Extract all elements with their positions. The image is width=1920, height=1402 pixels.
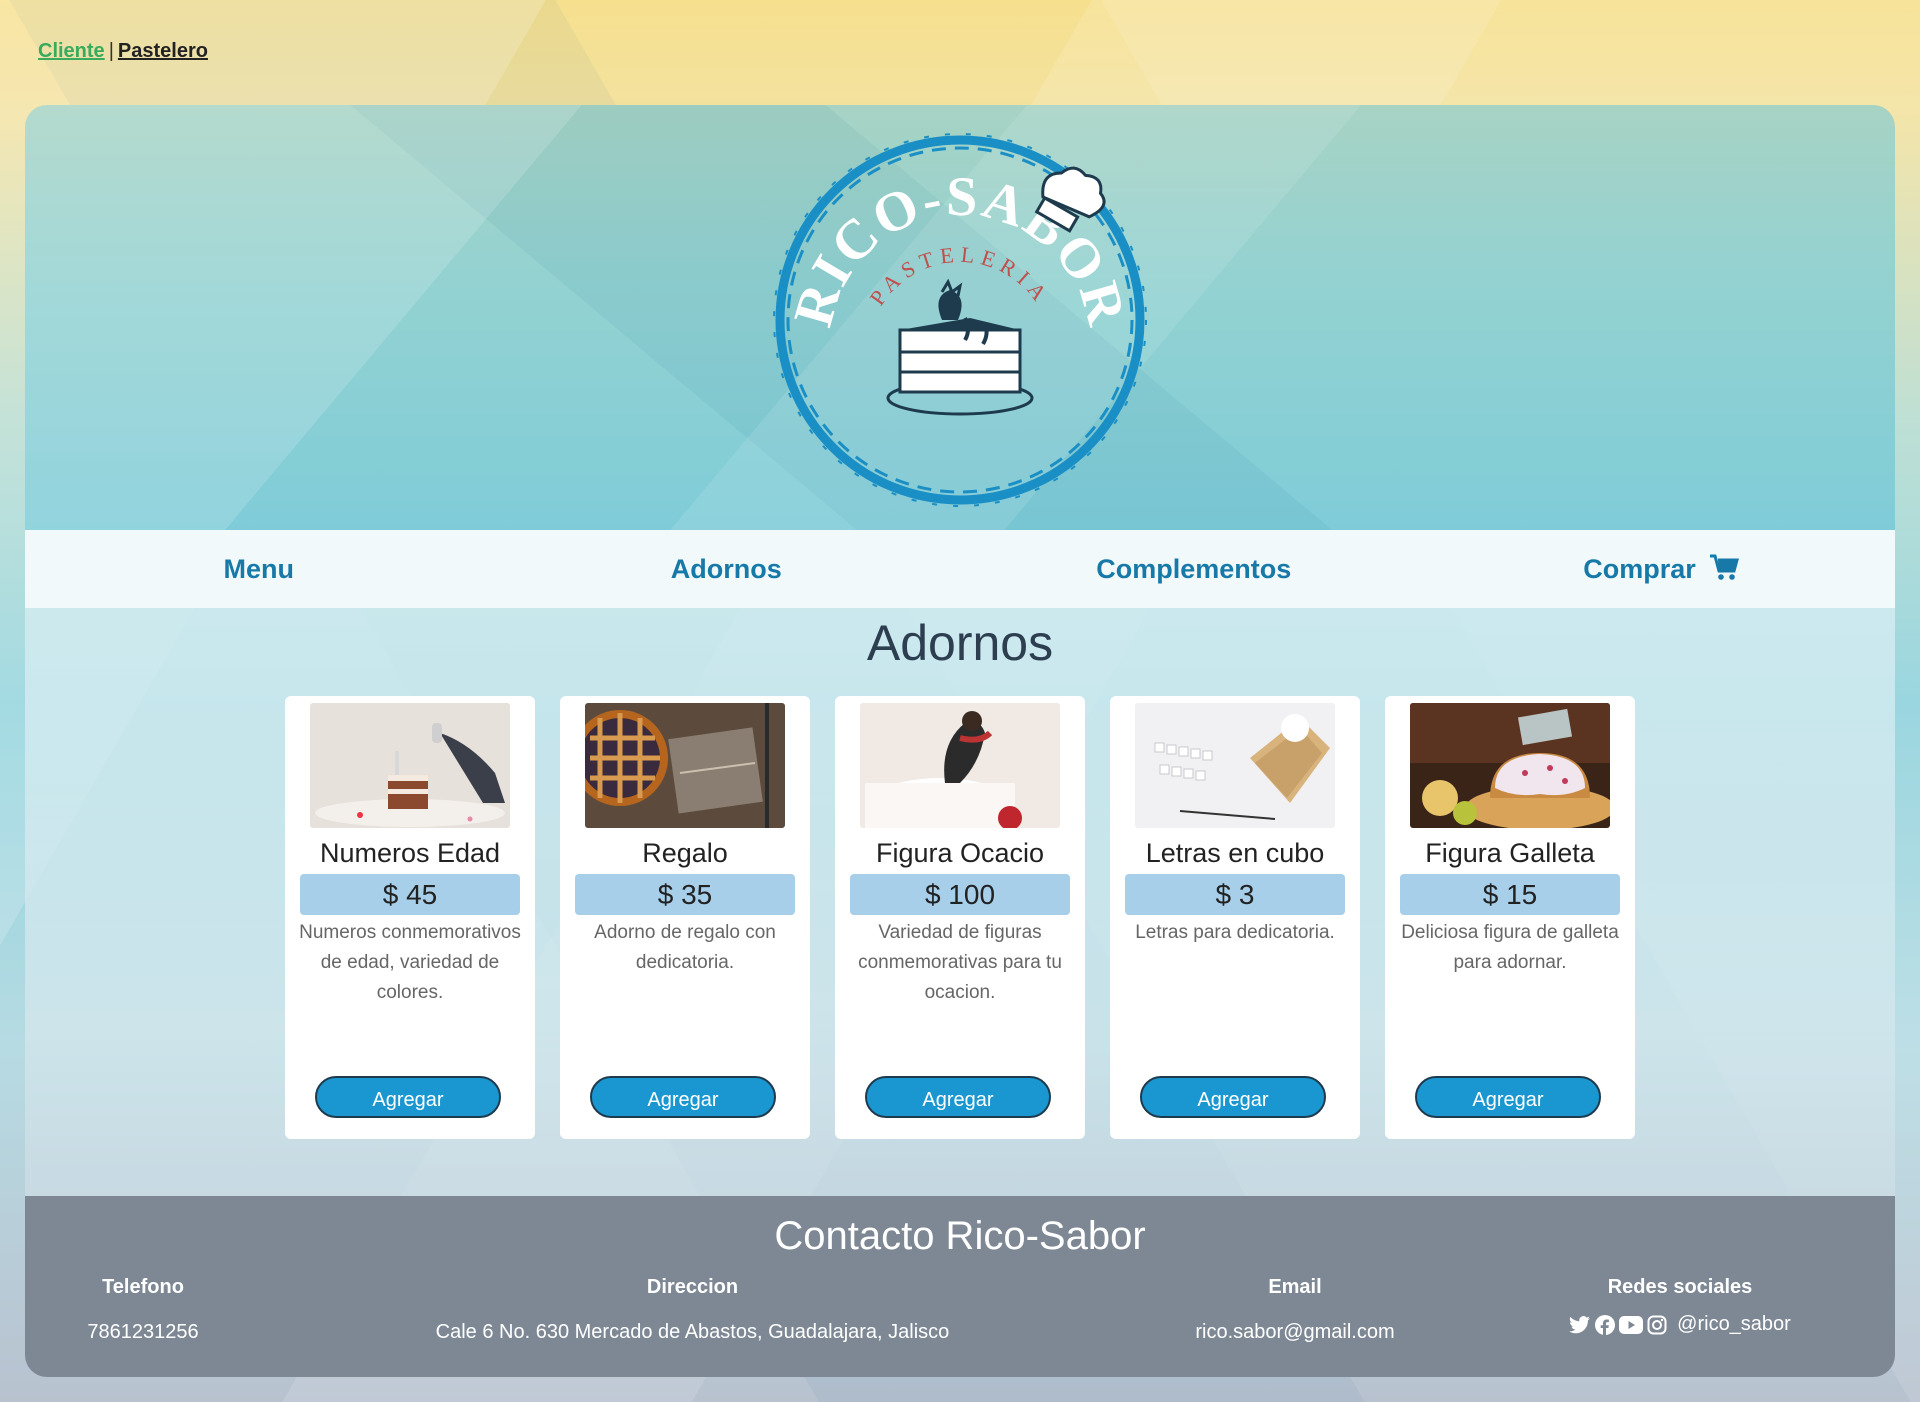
nav-menu[interactable]: Menu	[25, 554, 493, 585]
agregar-button[interactable]: Agregar	[865, 1076, 1051, 1118]
main-frame: RICO-SABOR PASTELERIA Menu Adornos Compl…	[25, 105, 1895, 1377]
regalo-image	[585, 703, 785, 828]
product-description: Numeros conmemorativos de edad, variedad…	[299, 922, 521, 1003]
product-description: Adorno de regalo con dedicatoria.	[594, 922, 776, 973]
email-value[interactable]: rico.sabor@gmail.com	[1155, 1321, 1435, 1344]
nav-complementos[interactable]: Complementos	[960, 554, 1428, 585]
hero-banner: RICO-SABOR PASTELERIA	[25, 105, 1895, 530]
product-price: $ 3	[1125, 874, 1345, 915]
product-card: Letras en cubo $ 3 Letras para dedicator…	[1110, 696, 1360, 1139]
youtube-icon[interactable]	[1619, 1315, 1644, 1334]
section-title: Adornos	[866, 615, 1054, 671]
email-label: Email	[1268, 1276, 1322, 1298]
figura-galleta-image	[1410, 703, 1610, 828]
product-name: Numeros Edad	[319, 838, 501, 868]
footer-telefono: Telefono 7861231256	[63, 1276, 223, 1344]
product-description: Letras para dedicatoria.	[1135, 922, 1335, 943]
social-handle[interactable]: @rico_sabor	[1677, 1313, 1791, 1336]
telefono-label: Telefono	[102, 1276, 184, 1298]
footer-email: Email rico.sabor@gmail.com	[1155, 1276, 1435, 1344]
product-description: Variedad de figuras conmemorativas para …	[858, 922, 1062, 1003]
cliente-link[interactable]: Cliente	[38, 40, 105, 62]
link-separator: |	[108, 40, 114, 62]
product-price: $ 15	[1400, 874, 1620, 915]
agregar-button[interactable]: Agregar	[590, 1076, 776, 1118]
rico-sabor-logo: RICO-SABOR PASTELERIA	[773, 133, 1147, 507]
product-name: Figura Ocacio	[875, 838, 1045, 868]
figura-ocacio-image	[860, 703, 1060, 828]
product-price: $ 45	[300, 874, 520, 915]
direccion-value: Cale 6 No. 630 Mercado de Abastos, Guada…	[435, 1321, 950, 1343]
footer-direccion: Direccion Cale 6 No. 630 Mercado de Abas…	[405, 1276, 980, 1344]
letras-en-cubo-image	[1135, 703, 1335, 828]
nav-adornos[interactable]: Adornos	[493, 554, 961, 585]
product-description: Deliciosa figura de galleta para adornar…	[1401, 922, 1619, 973]
instagram-icon[interactable]	[1647, 1315, 1667, 1335]
telefono-value: 7861231256	[87, 1321, 199, 1343]
product-price: $ 35	[575, 874, 795, 915]
footer-redes: Redes sociales @rico_sabor	[1535, 1276, 1825, 1336]
nav-comprar-label: Comprar	[1583, 554, 1696, 584]
direccion-label: Direccion	[646, 1276, 739, 1298]
product-name: Letras en cubo	[1145, 838, 1325, 868]
product-card: Figura Ocacio $ 100 Variedad de figuras …	[835, 696, 1085, 1139]
twitter-icon[interactable]	[1569, 1315, 1591, 1335]
social-links: @rico_sabor	[1535, 1313, 1825, 1336]
pastelero-link[interactable]: Pastelero	[118, 40, 208, 62]
product-name: Figura Galleta	[1425, 838, 1595, 868]
agregar-button[interactable]: Agregar	[315, 1076, 501, 1118]
product-card: Figura Galleta $ 15 Deliciosa figura de …	[1385, 696, 1635, 1139]
product-price: $ 100	[850, 874, 1070, 915]
product-card: Regalo $ 35 Adorno de regalo con dedicat…	[560, 696, 810, 1139]
product-name: Regalo	[642, 838, 728, 868]
main-navbar: Menu Adornos Complementos Comprar	[25, 530, 1895, 608]
footer-title: Contacto Rico-Sabor	[774, 1214, 1146, 1258]
redes-label: Redes sociales	[1607, 1276, 1753, 1298]
facebook-icon[interactable]	[1595, 1314, 1616, 1335]
agregar-button[interactable]: Agregar	[1415, 1076, 1601, 1118]
top-links: Cliente | Pastelero	[38, 40, 208, 63]
numeros-edad-image	[310, 703, 510, 828]
nav-comprar[interactable]: Comprar	[1428, 553, 1896, 585]
product-card: Numeros Edad $ 45 Numeros conmemorativos…	[285, 696, 535, 1139]
shopping-cart-icon	[1710, 554, 1740, 580]
contact-footer: Contacto Rico-Sabor Telefono 7861231256 …	[25, 1196, 1895, 1377]
agregar-button[interactable]: Agregar	[1140, 1076, 1326, 1118]
